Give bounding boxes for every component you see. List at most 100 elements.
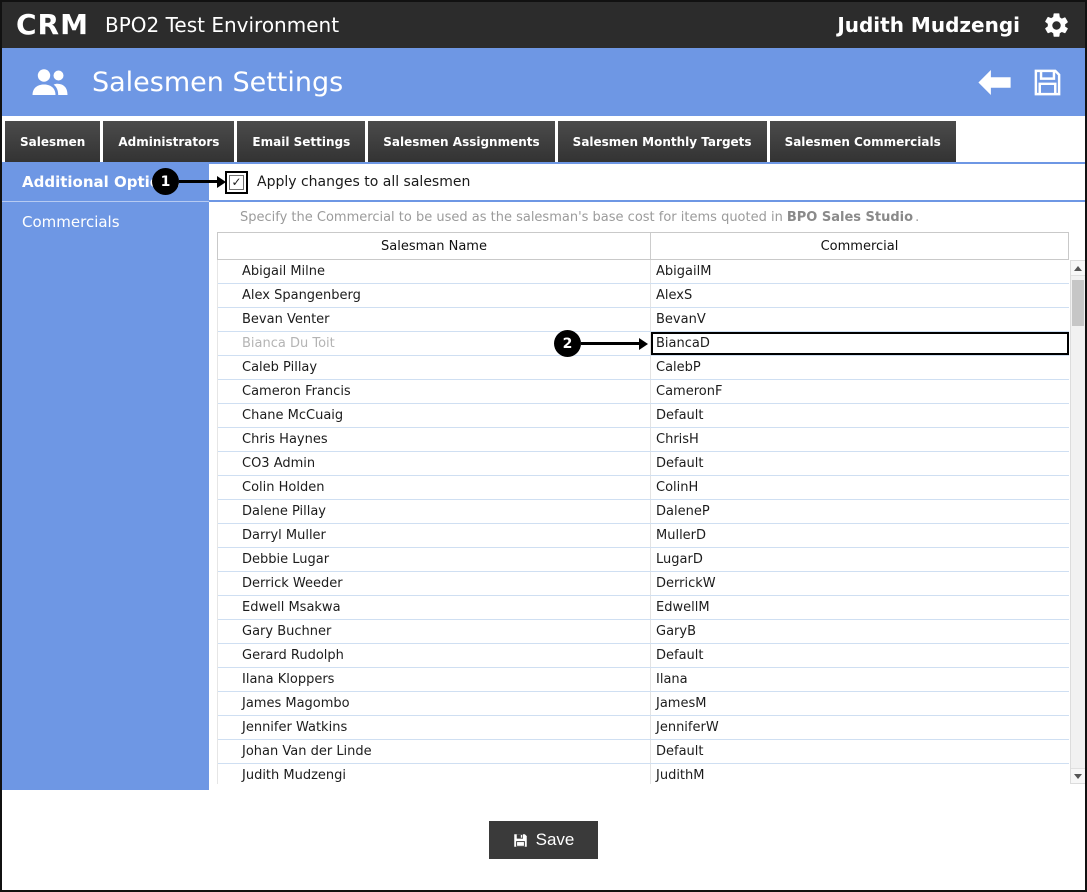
salesman-name-cell: Colin Holden [218, 476, 651, 499]
table-row: Darryl Muller MullerD [218, 524, 1069, 548]
scroll-down-button[interactable] [1071, 768, 1085, 783]
apply-all-checkbox[interactable]: ✓ [229, 174, 244, 190]
table-row: Ilana Kloppers Ilana [218, 668, 1069, 692]
commercials-description: Specify the Commercial to be used as the… [209, 202, 1085, 232]
tab-salesmen-assignments[interactable]: Salesmen Assignments [368, 121, 555, 162]
commercial-cell[interactable]: JamesM [651, 692, 1069, 715]
table-row: Cameron Francis CameronF [218, 380, 1069, 404]
table-scrollbar[interactable] [1070, 260, 1085, 784]
table-row: Derrick Weeder DerrickW [218, 572, 1069, 596]
commercial-cell[interactable]: Default [651, 644, 1069, 667]
commercial-cell[interactable]: LugarD [651, 548, 1069, 571]
table-row: Judith Mudzengi JudithM [218, 764, 1069, 784]
app-window: CRM BPO2 Test Environment Judith Mudzeng… [0, 0, 1087, 892]
column-header-salesman-name: Salesman Name [218, 233, 651, 259]
commercial-cell[interactable]: MullerD [651, 524, 1069, 547]
callout-1-arrowhead-icon [217, 175, 226, 188]
commercial-cell[interactable]: JudithM [651, 764, 1069, 784]
table-row: CO3 Admin Default [218, 452, 1069, 476]
salesman-name-cell: CO3 Admin [218, 452, 651, 475]
tab-salesmen[interactable]: Salesmen [5, 121, 101, 162]
salesman-name-cell: Ilana Kloppers [218, 668, 651, 691]
table-row: Caleb Pillay CalebP [218, 356, 1069, 380]
apply-all-label: Apply changes to all salesmen [257, 174, 471, 190]
table-row: Abigail Milne AbigailM [218, 260, 1069, 284]
settings-gear-icon[interactable] [1042, 11, 1071, 40]
callout-1-arrow [179, 180, 217, 183]
table-row: Jennifer Watkins JenniferW [218, 716, 1069, 740]
salesmen-icon [30, 67, 70, 97]
tab-administrators[interactable]: Administrators [103, 121, 235, 162]
commercial-cell[interactable]: DaleneP [651, 500, 1069, 523]
table-row: Alex Spangenberg AlexS [218, 284, 1069, 308]
scroll-up-button[interactable] [1071, 261, 1085, 276]
salesman-name-cell: Gerard Rudolph [218, 644, 651, 667]
commercial-cell[interactable]: CameronF [651, 380, 1069, 403]
salesman-name-cell: Cameron Francis [218, 380, 651, 403]
content-region: Additional Options Commercials ✓ Apply c… [2, 162, 1085, 790]
commercial-cell[interactable]: ColinH [651, 476, 1069, 499]
commercial-cell[interactable]: BiancaD [651, 332, 1069, 355]
environment-title: BPO2 Test Environment [104, 13, 340, 37]
table-row: Johan Van der Linde Default [218, 740, 1069, 764]
sidebar-item-commercials[interactable]: Commercials [2, 202, 209, 241]
salesman-name-cell: Derrick Weeder [218, 572, 651, 595]
page-title: Salesmen Settings [92, 66, 344, 98]
footer-bar: Save [2, 790, 1085, 890]
commercials-table: Salesman Name Commercial Abigail Milne Ab… [217, 232, 1085, 784]
salesman-name-cell: Judith Mudzengi [218, 764, 651, 784]
salesman-name-cell: Bevan Venter [218, 308, 651, 331]
tab-salesmen-commercials[interactable]: Salesmen Commercials [769, 121, 956, 162]
main-panel: ✓ Apply changes to all salesmen Specify … [209, 162, 1085, 790]
back-arrow-icon [978, 69, 1011, 95]
table-row: Bevan Venter BevanV [218, 308, 1069, 332]
description-text: Specify the Commercial to be used as the… [240, 209, 783, 225]
sidebar: Additional Options Commercials [2, 162, 209, 790]
commercial-cell[interactable]: Ilana [651, 668, 1069, 691]
tab-salesmen-monthly-targets[interactable]: Salesmen Monthly Targets [557, 121, 767, 162]
salesman-name-cell: Debbie Lugar [218, 548, 651, 571]
save-floppy-icon [1034, 69, 1061, 95]
commercial-cell[interactable]: ChrisH [651, 428, 1069, 451]
scrollbar-thumb[interactable] [1072, 280, 1084, 326]
table-row: Chane McCuaig Default [218, 404, 1069, 428]
logged-in-user: Judith Mudzengi [837, 13, 1020, 37]
crm-logo: CRM [16, 8, 89, 41]
commercial-cell[interactable]: Default [651, 740, 1069, 763]
back-button[interactable] [976, 69, 1012, 96]
callout-2: 2 [554, 330, 648, 357]
salesman-name-cell: Chris Haynes [218, 428, 651, 451]
description-bold-text: BPO Sales Studio [786, 209, 914, 225]
commercial-cell[interactable]: GaryB [651, 620, 1069, 643]
top-bar: CRM BPO2 Test Environment Judith Mudzeng… [2, 2, 1085, 48]
table-row: Chris Haynes ChrisH [218, 428, 1069, 452]
salesman-name-cell: Johan Van der Linde [218, 740, 651, 763]
commercial-cell[interactable]: CalebP [651, 356, 1069, 379]
callout-1-number: 1 [152, 168, 179, 195]
callout-2-arrow [581, 342, 639, 345]
commercial-cell[interactable]: JenniferW [651, 716, 1069, 739]
commercial-cell[interactable]: AbigailM [651, 260, 1069, 283]
commercial-cell[interactable]: EdwellM [651, 596, 1069, 619]
tab-bar: Salesmen Administrators Email Settings S… [2, 116, 1085, 162]
table-row: Colin Holden ColinH [218, 476, 1069, 500]
salesman-name-cell: Caleb Pillay [218, 356, 651, 379]
commercial-cell[interactable]: BevanV [651, 308, 1069, 331]
page-header: Salesmen Settings [2, 48, 1085, 116]
salesman-name-cell: Edwell Msakwa [218, 596, 651, 619]
commercial-cell[interactable]: Default [651, 452, 1069, 475]
commercial-cell[interactable]: DerrickW [651, 572, 1069, 595]
salesman-name-cell: Jennifer Watkins [218, 716, 651, 739]
salesman-name-cell: Darryl Muller [218, 524, 651, 547]
description-suffix: . [915, 209, 920, 225]
save-button[interactable]: Save [488, 821, 599, 859]
commercial-cell[interactable]: AlexS [651, 284, 1069, 307]
table-row: Debbie Lugar LugarD [218, 548, 1069, 572]
save-button-label: Save [535, 830, 575, 849]
checkbox-highlight-box: ✓ [225, 170, 248, 194]
tab-email-settings[interactable]: Email Settings [237, 121, 366, 162]
save-header-button[interactable] [1032, 67, 1063, 98]
commercial-cell[interactable]: Default [651, 404, 1069, 427]
scroll-down-icon [1074, 773, 1082, 779]
column-header-commercial: Commercial [820, 238, 899, 254]
